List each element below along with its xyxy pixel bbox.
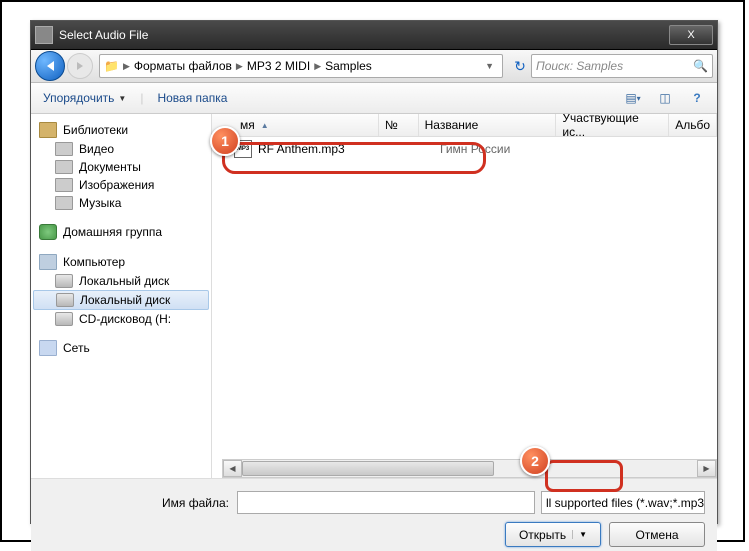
chevron-down-icon[interactable]: ▼ xyxy=(485,61,494,71)
chevron-down-icon: ▼ xyxy=(704,498,705,508)
scroll-right-arrow[interactable]: ▶ xyxy=(697,460,716,477)
breadcrumb[interactable]: 📁 ▶ Форматы файлов ▶ MP3 2 MIDI ▶ Sample… xyxy=(99,54,503,78)
folder-icon: 📁 xyxy=(104,59,119,73)
preview-pane-button[interactable]: ◫ xyxy=(653,87,677,109)
organize-button[interactable]: Упорядочить▼ xyxy=(39,89,130,107)
scroll-left-arrow[interactable]: ◀ xyxy=(223,460,242,477)
sidebar-network[interactable]: Сеть xyxy=(31,338,211,358)
sidebar-cd-drive[interactable]: CD-дисковод (H: xyxy=(31,310,211,328)
sidebar-computer[interactable]: Компьютер xyxy=(31,252,211,272)
filetype-dropdown[interactable]: ll supported files (*.wav;*.mp3▼ xyxy=(541,491,705,514)
close-button[interactable]: X xyxy=(669,25,713,45)
folder-icon xyxy=(55,160,73,174)
main-area: Библиотеки Видео Документы Изображения М… xyxy=(31,114,717,478)
nav-forward-button xyxy=(67,53,93,79)
col-artists[interactable]: Участвующие ис... xyxy=(556,114,669,136)
new-folder-button[interactable]: Новая папка xyxy=(153,89,231,107)
file-row[interactable]: MP3 RF Anthem.mp3 Гимн России xyxy=(212,137,717,161)
homegroup-icon xyxy=(39,224,57,240)
search-input[interactable]: Поиск: Samples 🔍 xyxy=(531,54,713,78)
sidebar-homegroup[interactable]: Домашняя группа xyxy=(31,222,211,242)
filename-input[interactable] xyxy=(237,491,535,514)
scroll-thumb[interactable] xyxy=(242,461,494,476)
refresh-button[interactable]: ↻ xyxy=(509,55,531,77)
sidebar-local-disk-selected[interactable]: Локальный диск xyxy=(33,290,209,310)
annotation-badge: 1 xyxy=(210,126,240,156)
sidebar-music[interactable]: Музыка xyxy=(31,194,211,212)
breadcrumb-segment[interactable]: Форматы файлов xyxy=(134,59,232,73)
sidebar-video[interactable]: Видео xyxy=(31,140,211,158)
sidebar-documents[interactable]: Документы xyxy=(31,158,211,176)
open-button[interactable]: Открыть▼ xyxy=(505,522,601,547)
file-name: RF Anthem.mp3 xyxy=(258,142,406,156)
toolbar: Упорядочить▼ | Новая папка ▤ ▾ ◫ ? xyxy=(31,83,717,114)
col-name[interactable]: мя▲ xyxy=(234,114,379,136)
col-album[interactable]: Альбо xyxy=(669,114,717,136)
horizontal-scrollbar[interactable]: ◀ ▶ xyxy=(222,459,717,478)
disk-icon xyxy=(56,293,74,307)
nav-back-button[interactable] xyxy=(35,51,65,81)
cancel-button[interactable]: Отмена xyxy=(609,522,705,547)
sidebar: Библиотеки Видео Документы Изображения М… xyxy=(31,114,212,478)
search-icon[interactable]: 🔍 xyxy=(693,59,708,73)
breadcrumb-segment[interactable]: MP3 2 MIDI xyxy=(247,59,310,73)
chevron-down-icon: ▼ xyxy=(572,530,587,539)
sidebar-images[interactable]: Изображения xyxy=(31,176,211,194)
folder-icon xyxy=(55,178,73,192)
help-button[interactable]: ? xyxy=(685,87,709,109)
chevron-right-icon: ▶ xyxy=(123,61,130,72)
file-dialog: Select Audio File X 📁 ▶ Форматы файлов ▶… xyxy=(30,20,718,524)
sidebar-local-disk[interactable]: Локальный диск xyxy=(31,272,211,290)
disk-icon xyxy=(55,274,73,288)
folder-icon xyxy=(55,142,73,156)
cd-icon xyxy=(55,312,73,326)
app-icon xyxy=(35,26,53,44)
chevron-right-icon: ▶ xyxy=(236,61,243,72)
annotation-badge: 2 xyxy=(520,446,550,476)
scroll-track[interactable] xyxy=(242,461,697,476)
chevron-down-icon: ▼ xyxy=(118,94,126,103)
column-headers: мя▲ № Название Участвующие ис... Альбо xyxy=(212,114,717,137)
window-title: Select Audio File xyxy=(59,28,669,42)
titlebar[interactable]: Select Audio File X xyxy=(31,21,717,50)
nav-bar: 📁 ▶ Форматы файлов ▶ MP3 2 MIDI ▶ Sample… xyxy=(31,50,717,83)
network-icon xyxy=(39,340,57,356)
col-title[interactable]: Название xyxy=(419,114,557,136)
computer-icon xyxy=(39,254,57,270)
sidebar-libraries[interactable]: Библиотеки xyxy=(31,120,211,140)
library-icon xyxy=(39,122,57,138)
file-list-pane: мя▲ № Название Участвующие ис... Альбо M… xyxy=(212,114,717,478)
chevron-right-icon: ▶ xyxy=(314,61,321,72)
view-mode-button[interactable]: ▤ ▾ xyxy=(621,87,645,109)
bottom-panel: Имя файла: ll supported files (*.wav;*.m… xyxy=(31,478,717,551)
col-number[interactable]: № xyxy=(379,114,419,136)
search-placeholder: Поиск: Samples xyxy=(536,59,693,73)
sort-asc-icon: ▲ xyxy=(261,121,269,130)
file-title: Гимн России xyxy=(440,142,580,156)
folder-icon xyxy=(55,196,73,210)
filename-label: Имя файла: xyxy=(43,496,237,510)
breadcrumb-segment[interactable]: Samples xyxy=(325,59,372,73)
